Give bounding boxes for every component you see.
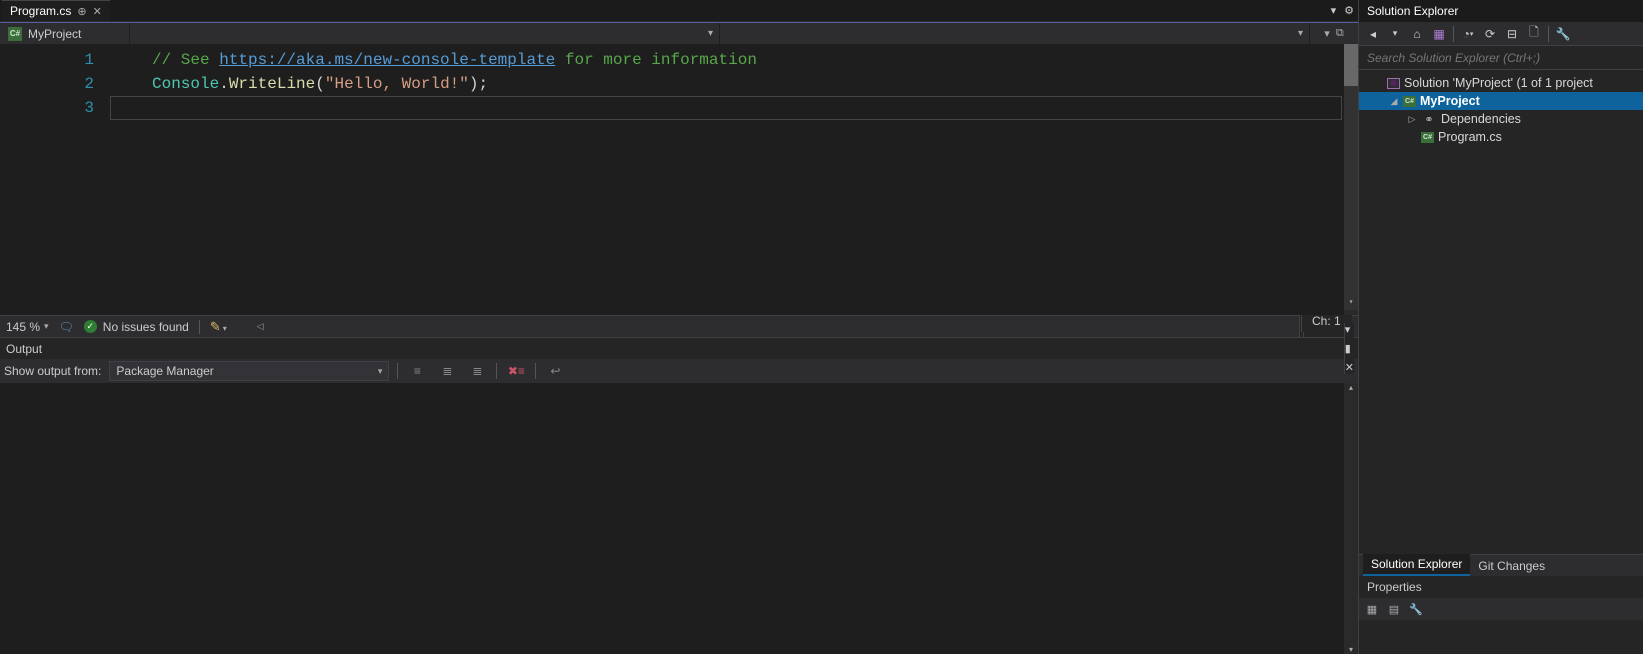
- properties-icon[interactable]: 🔧: [1553, 24, 1573, 44]
- csharp-project-icon: C#: [1403, 96, 1416, 107]
- code-area[interactable]: // See https://aka.ms/new-console-templa…: [110, 44, 1358, 315]
- tab-git-changes[interactable]: Git Changes: [1470, 556, 1553, 576]
- nav-member-selector[interactable]: ▾: [720, 23, 1310, 44]
- gear-icon[interactable]: ⚙: [1342, 2, 1356, 19]
- word-wrap-icon[interactable]: ↩: [544, 361, 566, 381]
- code-line[interactable]: // See https://aka.ms/new-console-templa…: [110, 48, 1358, 72]
- output-toolbar: Show output from: Package Manager ▾ ≡ ≣ …: [0, 359, 1358, 383]
- toggle-2-icon[interactable]: ≣: [466, 361, 488, 381]
- dependencies-node[interactable]: ▷ ⚭ Dependencies: [1359, 110, 1643, 128]
- properties-panel: Properties ▦ ▤ 🔧: [1359, 576, 1643, 654]
- output-panel-header: Output ▾ ▮ ✕: [0, 337, 1358, 359]
- project-node[interactable]: ◢ C# MyProject: [1359, 92, 1643, 110]
- csharp-file-icon: C#: [1421, 132, 1434, 143]
- line-number-gutter: 1 2 3: [0, 44, 110, 315]
- collapse-all-icon[interactable]: ⊟: [1502, 24, 1522, 44]
- nav-scope-selector[interactable]: ▾: [130, 23, 720, 44]
- solution-label: Solution 'MyProject' (1 of 1 project: [1404, 76, 1593, 90]
- code-line[interactable]: Console.WriteLine("Hello, World!");: [110, 72, 1358, 96]
- line-number: 2: [0, 72, 94, 96]
- toggle-1-icon[interactable]: ≣: [436, 361, 458, 381]
- scroll-down-icon[interactable]: ▾: [1344, 645, 1358, 654]
- clear-all-icon[interactable]: ✖≡: [505, 361, 527, 381]
- vertical-scrollbar[interactable]: ▾: [1344, 44, 1358, 315]
- split-dropdown-icon[interactable]: ▾: [1324, 27, 1330, 40]
- props-wrench-icon[interactable]: 🔧: [1407, 603, 1425, 616]
- dependencies-label: Dependencies: [1441, 112, 1521, 126]
- file-label: Program.cs: [1438, 130, 1502, 144]
- refresh-icon[interactable]: ⟳: [1480, 24, 1500, 44]
- line-number: 3: [0, 96, 94, 120]
- csharp-project-icon: C#: [8, 27, 22, 41]
- zoom-value: 145 %: [6, 320, 40, 334]
- dependencies-icon: ⚭: [1421, 112, 1437, 126]
- editor-status-bar: 145 % ▾ 🗨 ✓ No issues found ✎▾ ◁ ▷ Ln: 3…: [0, 315, 1358, 337]
- properties-title: Properties: [1359, 576, 1643, 598]
- search-input[interactable]: [1367, 51, 1635, 65]
- chevron-down-icon: ▾: [44, 321, 49, 332]
- tab-menu-dropdown-icon[interactable]: ▾: [1329, 2, 1339, 19]
- categorize-icon[interactable]: ▦: [1363, 603, 1381, 616]
- chevron-down-icon: ▾: [1298, 28, 1303, 39]
- forward-dropdown-icon[interactable]: ▾: [1385, 24, 1405, 44]
- expand-icon[interactable]: ▷: [1407, 114, 1417, 125]
- editor-tab-bar: Program.cs ⊕ ✕ ▾ ⚙: [0, 0, 1358, 22]
- close-icon[interactable]: ✕: [1345, 361, 1354, 374]
- line-number: 1: [0, 48, 94, 72]
- show-output-from-label: Show output from:: [4, 364, 101, 378]
- expand-icon[interactable]: ◢: [1389, 96, 1399, 107]
- panel-dropdown-icon[interactable]: ▾: [1345, 323, 1354, 336]
- switch-views-icon[interactable]: ▦: [1429, 24, 1449, 44]
- pin-icon[interactable]: ▮: [1345, 342, 1354, 355]
- scroll-up-icon[interactable]: ▴: [1344, 383, 1358, 392]
- code-line-current[interactable]: [110, 96, 1342, 120]
- editor-navigation-bar: C# MyProject ▾ ▾ ▾ ⧉: [0, 22, 1358, 44]
- nav-project-selector[interactable]: C# MyProject: [0, 23, 130, 44]
- output-scrollbar[interactable]: ▴ ▾: [1344, 383, 1358, 654]
- check-icon: ✓: [84, 320, 97, 333]
- tab-solution-explorer[interactable]: Solution Explorer: [1363, 554, 1470, 576]
- alphabetical-icon[interactable]: ▤: [1385, 603, 1403, 616]
- zoom-selector[interactable]: 145 % ▾: [6, 320, 49, 334]
- file-tab-programcs[interactable]: Program.cs ⊕ ✕: [2, 0, 110, 21]
- solution-tree[interactable]: ▦ Solution 'MyProject' (1 of 1 project ◢…: [1359, 70, 1643, 554]
- chevron-down-icon: ▾: [708, 28, 713, 39]
- solution-icon: ▦: [1387, 78, 1400, 89]
- solution-explorer-title: Solution Explorer: [1359, 0, 1643, 22]
- nav-prev-icon[interactable]: ◁: [257, 321, 264, 332]
- back-icon[interactable]: ◂: [1363, 24, 1383, 44]
- pin-icon[interactable]: ⊕: [77, 5, 86, 18]
- properties-toolbar: ▦ ▤ 🔧: [1359, 598, 1643, 620]
- file-tab-label: Program.cs: [10, 4, 71, 18]
- show-all-files-icon[interactable]: 🗋: [1524, 24, 1544, 44]
- nav-project-label: MyProject: [28, 27, 81, 41]
- brush-cleanup-icon[interactable]: ✎▾: [210, 319, 227, 335]
- sync-dropdown-icon[interactable]: ◔▾: [1458, 24, 1478, 44]
- feedback-icon[interactable]: 🗨: [59, 320, 74, 334]
- scroll-down-icon[interactable]: ▾: [1344, 291, 1358, 315]
- output-source-selector[interactable]: Package Manager ▾: [109, 361, 389, 381]
- clear-output-icon[interactable]: ≡: [406, 361, 428, 381]
- solution-explorer-search[interactable]: [1359, 46, 1643, 70]
- split-editor-icon[interactable]: ⧉: [1336, 27, 1344, 40]
- solution-node[interactable]: ▦ Solution 'MyProject' (1 of 1 project: [1359, 74, 1643, 92]
- scrollbar-thumb[interactable]: [1344, 44, 1358, 86]
- chevron-down-icon: ▾: [378, 366, 383, 377]
- close-icon[interactable]: ✕: [93, 5, 102, 18]
- side-panel-tabs: Solution Explorer Git Changes: [1359, 554, 1643, 576]
- output-source-value: Package Manager: [116, 364, 213, 378]
- code-editor[interactable]: 1 2 3 // See https://aka.ms/new-console-…: [0, 44, 1358, 315]
- home-icon[interactable]: ⌂: [1407, 24, 1427, 44]
- issues-indicator[interactable]: ✓ No issues found: [84, 320, 189, 334]
- issues-text: No issues found: [103, 320, 189, 334]
- solution-explorer-toolbar: ◂ ▾ ⌂ ▦ ◔▾ ⟳ ⊟ 🗋 🔧: [1359, 22, 1643, 46]
- output-text-area[interactable]: ▴ ▾: [0, 383, 1358, 654]
- file-node-programcs[interactable]: C# Program.cs: [1359, 128, 1643, 146]
- output-panel-title: Output: [6, 342, 42, 356]
- project-label: MyProject: [1420, 94, 1480, 108]
